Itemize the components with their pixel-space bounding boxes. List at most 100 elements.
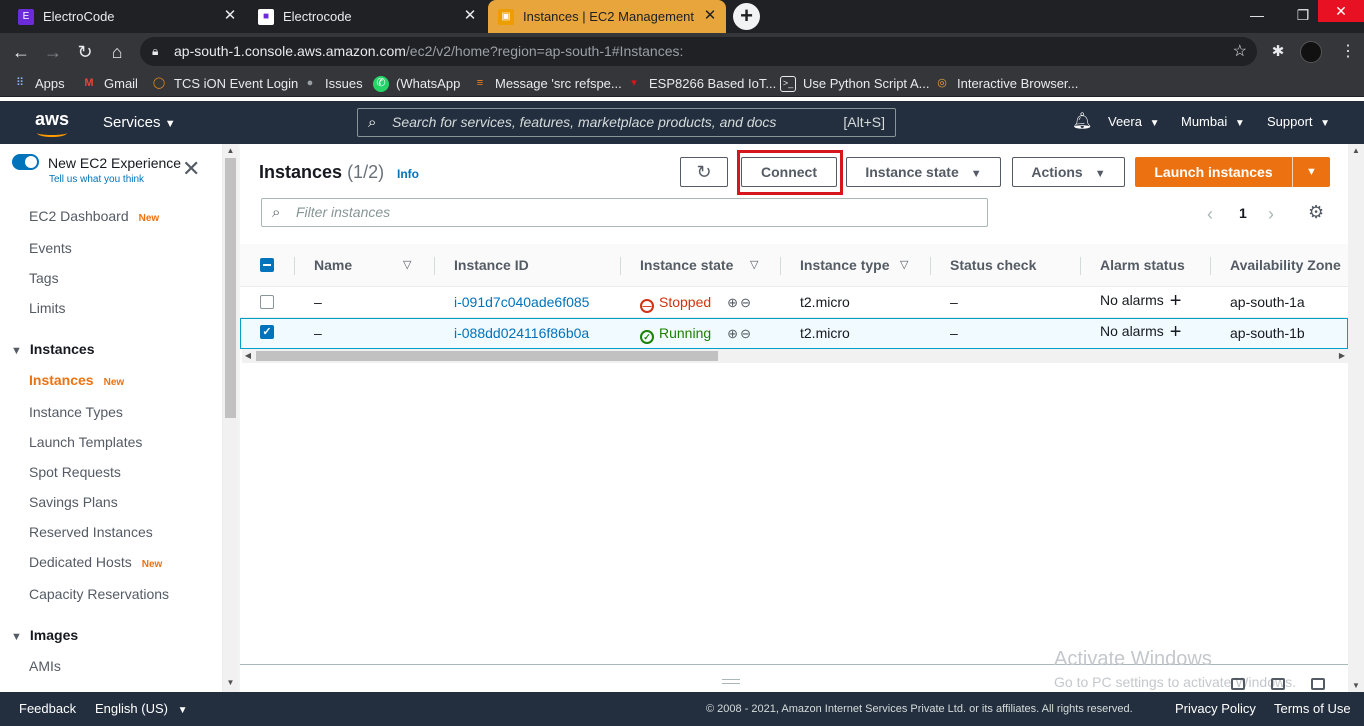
- bookmark-whatsapp[interactable]: ✆ (WhatsApp: [373, 70, 460, 97]
- sidebar-item-amis[interactable]: AMIs: [29, 658, 61, 674]
- main-scrollbar[interactable]: ▲ ▼: [1348, 144, 1364, 692]
- terms-of-use-link[interactable]: Terms of Use: [1274, 692, 1351, 726]
- bookmark-esp8266[interactable]: ▾ ESP8266 Based IoT...: [626, 70, 776, 97]
- new-experience-toggle[interactable]: [12, 154, 39, 170]
- new-tab-button[interactable]: +: [733, 3, 760, 30]
- account-menu[interactable]: Veera ▼: [1108, 114, 1160, 129]
- scroll-up-arrow-icon[interactable]: ▲: [1348, 146, 1364, 155]
- bookmark-interactive-browser[interactable]: ◎ Interactive Browser...: [934, 70, 1078, 97]
- minimize-icon[interactable]: —: [1242, 0, 1272, 30]
- close-tab-icon[interactable]: ✕: [702, 8, 718, 24]
- browser-menu-icon[interactable]: ⋮: [1340, 41, 1356, 63]
- zoom-out-icon[interactable]: ⊖: [740, 295, 751, 310]
- address-bar[interactable]: 🔒︎ ap-south-1.console.aws.amazon.com/ec2…: [140, 37, 1257, 66]
- home-icon[interactable]: ⌂: [105, 40, 129, 64]
- extensions-puzzle-icon[interactable]: ✱: [1267, 41, 1289, 63]
- previous-page-icon[interactable]: ‹: [1207, 204, 1213, 225]
- sidebar-item-ec2-dashboard[interactable]: EC2 Dashboard New: [29, 208, 159, 224]
- bookmark-stackoverflow[interactable]: ≡ Message 'src refspe...: [472, 70, 622, 97]
- sort-instance-state-icon[interactable]: ▽: [750, 244, 762, 287]
- close-tab-icon[interactable]: ✕: [222, 8, 238, 24]
- browser-tab-electrocode-1[interactable]: E ElectroCode ✕: [8, 0, 246, 33]
- column-header-instance-type[interactable]: Instance type: [800, 244, 889, 287]
- table-row[interactable]: – i-091d7c040ade6f085 — Stopped ⊕ ⊖ t2.micr…: [240, 287, 1348, 318]
- add-alarm-icon[interactable]: +: [1170, 321, 1182, 343]
- sidebar-item-dedicated-hosts[interactable]: Dedicated Hosts New: [29, 554, 162, 570]
- add-alarm-icon[interactable]: +: [1170, 290, 1182, 312]
- sidebar-section-images[interactable]: ▼ Images: [11, 627, 78, 643]
- sidebar-item-limits[interactable]: Limits: [29, 300, 66, 316]
- profile-avatar[interactable]: [1300, 41, 1322, 63]
- next-page-icon[interactable]: ›: [1268, 204, 1274, 225]
- column-header-availability-zone[interactable]: Availability Zone: [1230, 244, 1341, 287]
- column-header-alarm-status[interactable]: Alarm status: [1100, 244, 1185, 287]
- privacy-policy-link[interactable]: Privacy Policy: [1175, 692, 1256, 726]
- table-scroll-thumb[interactable]: [256, 351, 718, 361]
- aws-logo[interactable]: aws: [35, 109, 75, 137]
- zoom-out-icon[interactable]: ⊖: [740, 326, 751, 341]
- region-menu[interactable]: Mumbai ▼: [1181, 114, 1245, 129]
- sidebar-scroll-thumb[interactable]: [225, 158, 236, 418]
- sort-name-icon[interactable]: ▽: [403, 244, 415, 287]
- back-arrow-icon[interactable]: ←: [9, 40, 33, 64]
- select-all-checkbox[interactable]: [260, 258, 274, 272]
- bookmark-python-script[interactable]: >_ Use Python Script A...: [780, 70, 929, 97]
- browser-tab-electrocode-2[interactable]: ■ Electrocode ✕: [248, 0, 486, 33]
- table-row-selected[interactable]: ✓ – i-088dd024116f86b0a ✓ Running ⊕ ⊖ t2.mi…: [240, 318, 1348, 349]
- scroll-right-arrow-icon[interactable]: ▶: [1336, 349, 1348, 363]
- restore-icon[interactable]: ❐: [1288, 0, 1318, 30]
- panel-layout-icon[interactable]: [1271, 678, 1285, 690]
- forward-arrow-icon[interactable]: →: [41, 40, 65, 64]
- panel-layout-icon[interactable]: [1231, 678, 1245, 690]
- sort-instance-type-icon[interactable]: ▽: [900, 244, 912, 287]
- sidebar-section-instances[interactable]: ▼ Instances: [11, 341, 94, 357]
- reload-icon[interactable]: ↻: [73, 40, 97, 64]
- close-tab-icon[interactable]: ✕: [462, 8, 478, 24]
- feedback-link[interactable]: Tell us what you think: [49, 174, 144, 185]
- sidebar-item-launch-templates[interactable]: Launch Templates: [29, 434, 142, 450]
- zoom-in-icon[interactable]: ⊕: [727, 295, 738, 310]
- close-sidebar-icon[interactable]: ✕: [182, 158, 200, 180]
- panel-layout-icon[interactable]: [1311, 678, 1325, 690]
- launch-dropdown-caret-icon[interactable]: ▼: [1293, 157, 1330, 187]
- bookmark-tcs-ion[interactable]: ◯ TCS iON Event Login: [151, 70, 298, 97]
- sidebar-item-tags[interactable]: Tags: [29, 270, 59, 286]
- aws-search-input[interactable]: ⌕ Search for services, features, marketp…: [357, 108, 896, 137]
- column-header-name[interactable]: Name: [314, 244, 352, 287]
- browser-tab-ec2-instances[interactable]: ▣ Instances | EC2 Management Cor ✕: [488, 0, 726, 33]
- refresh-button[interactable]: ↻: [680, 157, 728, 187]
- sidebar-item-capacity-reservations[interactable]: Capacity Reservations: [29, 586, 169, 602]
- sidebar-item-instance-types[interactable]: Instance Types: [29, 404, 123, 420]
- support-menu[interactable]: Support ▼: [1267, 114, 1330, 129]
- sidebar-scrollbar[interactable]: ▲ ▼: [223, 144, 238, 692]
- sidebar-item-reserved-instances[interactable]: Reserved Instances: [29, 524, 153, 540]
- sidebar-item-spot-requests[interactable]: Spot Requests: [29, 464, 121, 480]
- language-selector[interactable]: English (US) ▼: [95, 692, 188, 726]
- info-link[interactable]: Info: [397, 167, 419, 181]
- window-close-button[interactable]: ✕: [1318, 0, 1364, 22]
- scroll-left-arrow-icon[interactable]: ◀: [242, 349, 254, 363]
- bookmark-star-icon[interactable]: ☆: [1233, 37, 1247, 66]
- launch-instances-button[interactable]: Launch instances ▼: [1135, 157, 1330, 187]
- sidebar-item-events[interactable]: Events: [29, 240, 72, 256]
- resize-grip-icon[interactable]: [722, 679, 740, 684]
- notifications-bell-icon[interactable]: 🔔︎: [1072, 111, 1092, 133]
- column-header-status-check[interactable]: Status check: [950, 244, 1036, 287]
- scroll-down-arrow-icon[interactable]: ▼: [223, 678, 238, 690]
- sidebar-item-instances[interactable]: Instances New: [29, 372, 124, 388]
- services-menu[interactable]: Services ▼: [103, 114, 176, 131]
- bookmark-gmail[interactable]: M Gmail: [81, 70, 138, 97]
- scroll-up-arrow-icon[interactable]: ▲: [223, 146, 238, 158]
- row-checkbox[interactable]: [260, 295, 274, 309]
- zoom-in-icon[interactable]: ⊕: [727, 326, 738, 341]
- sidebar-item-savings-plans[interactable]: Savings Plans: [29, 494, 118, 510]
- connect-button[interactable]: Connect: [741, 157, 837, 187]
- filter-instances-input[interactable]: ⌕ Filter instances: [261, 198, 988, 227]
- column-header-instance-id[interactable]: Instance ID: [454, 244, 529, 287]
- page-number[interactable]: 1: [1239, 205, 1247, 221]
- column-header-instance-state[interactable]: Instance state: [640, 244, 733, 287]
- scroll-down-arrow-icon[interactable]: ▼: [1348, 681, 1364, 690]
- gear-icon[interactable]: ⚙: [1308, 202, 1324, 223]
- feedback-link[interactable]: Feedback: [19, 692, 76, 726]
- row-checkbox-checked[interactable]: ✓: [260, 325, 274, 339]
